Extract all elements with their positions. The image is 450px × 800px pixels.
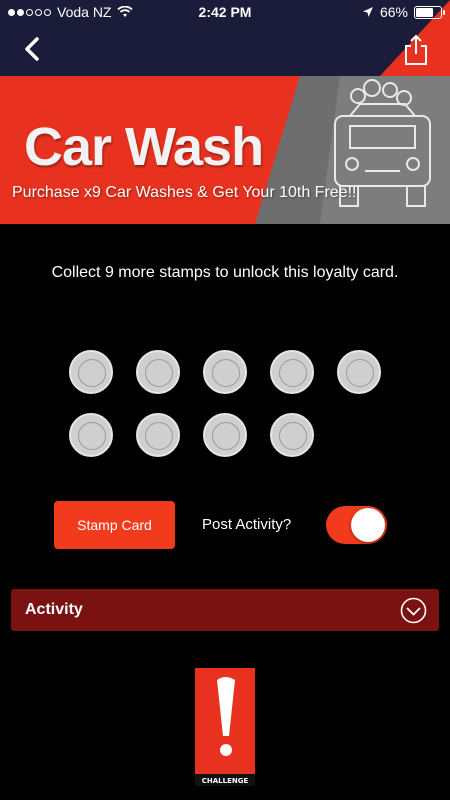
stamp-slot xyxy=(136,413,180,457)
stamp-slot xyxy=(136,350,180,394)
location-arrow-icon xyxy=(362,7,373,17)
stamp-slot xyxy=(69,350,113,394)
stamp-slot xyxy=(270,413,314,457)
banner-title: Car Wash xyxy=(24,117,264,177)
promo-banner: Car Wash Purchase x9 Car Washes & Get Yo… xyxy=(0,76,450,224)
battery-percent: 66% xyxy=(379,4,408,20)
post-activity-toggle[interactable] xyxy=(326,506,387,544)
activity-label: Activity xyxy=(25,601,83,618)
chevron-down-circle-icon[interactable] xyxy=(400,597,427,624)
stamp-slot xyxy=(203,350,247,394)
battery-icon xyxy=(414,5,445,19)
challenge-logo: CHALLENGE xyxy=(195,668,255,786)
loyalty-message: Collect 9 more stamps to unlock this loy… xyxy=(51,264,399,281)
top-bar: Voda NZ 2:42 PM 66% xyxy=(0,0,450,76)
activity-accordion[interactable]: Activity xyxy=(11,589,439,631)
toggle-knob xyxy=(351,508,385,542)
share-icon[interactable] xyxy=(402,34,430,66)
stamp-slot xyxy=(270,350,314,394)
post-activity-label: Post Activity? xyxy=(202,516,292,533)
stamp-card-button[interactable]: Stamp Card xyxy=(54,501,175,549)
stamp-slot xyxy=(337,350,381,394)
battery-fill xyxy=(416,7,434,17)
chevron-left-icon[interactable] xyxy=(20,36,46,62)
stamp-slot xyxy=(69,413,113,457)
stamp-slot xyxy=(203,413,247,457)
banner-subtitle: Purchase x9 Car Washes & Get Your 10th F… xyxy=(12,184,357,201)
status-bar: Voda NZ 2:42 PM 66% xyxy=(0,0,450,24)
logo-text: CHALLENGE xyxy=(202,777,249,785)
